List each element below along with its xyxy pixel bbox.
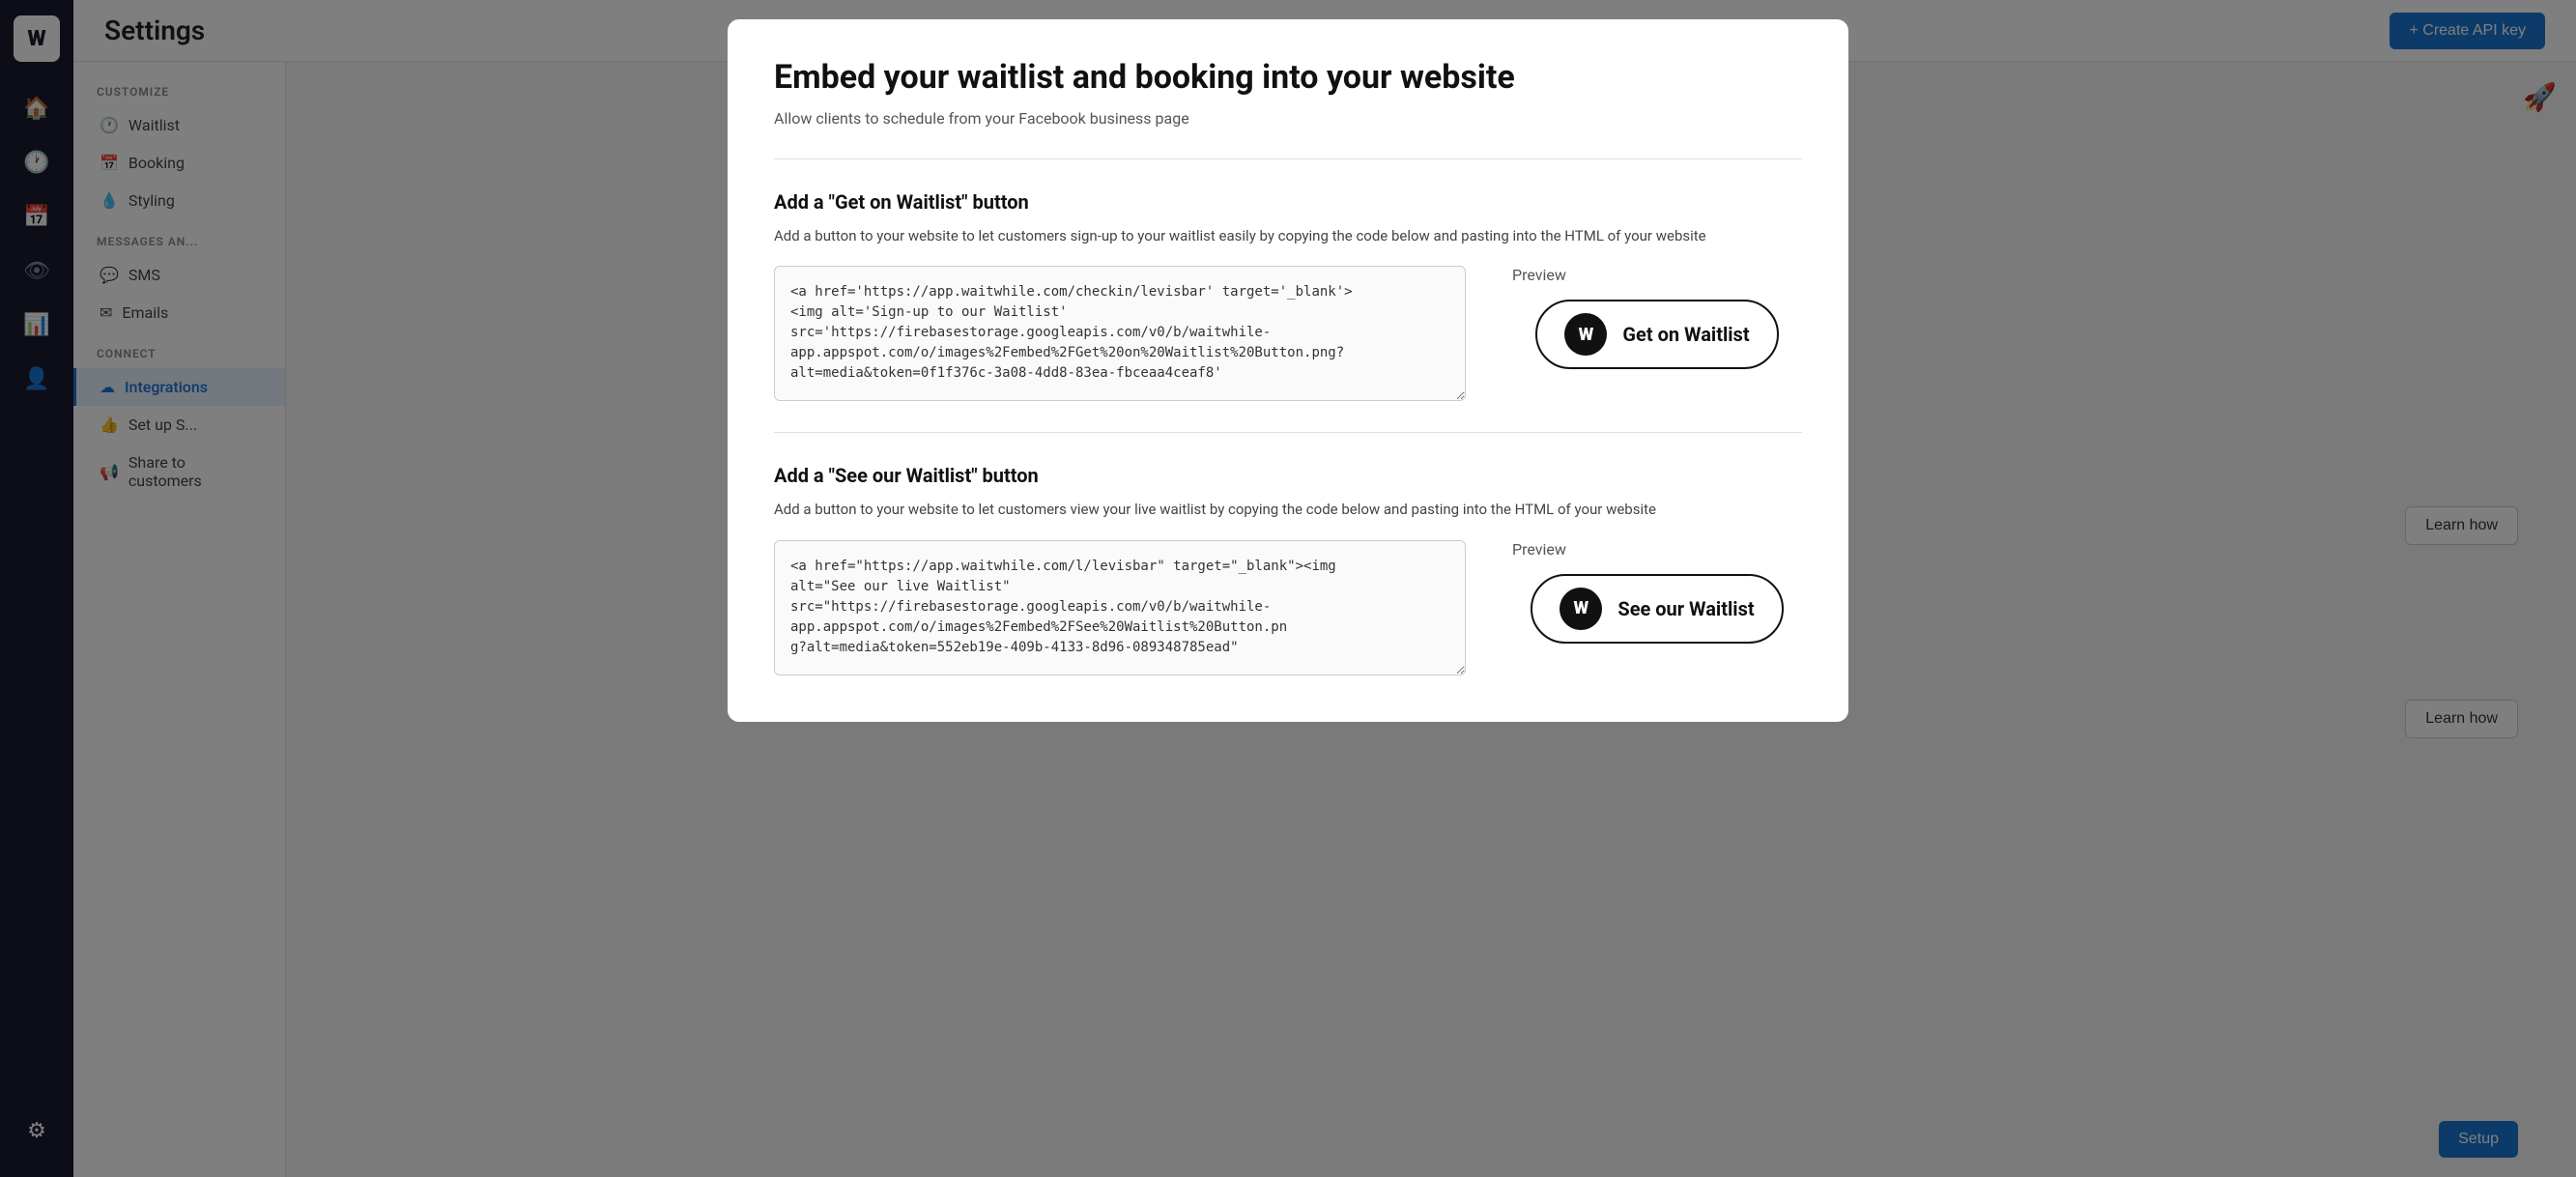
see-our-waitlist-text: See our Waitlist: [1617, 597, 1754, 620]
section2-code-textarea[interactable]: [774, 540, 1466, 675]
section2-preview-label: Preview: [1512, 540, 1566, 559]
section2-desc: Add a button to your website to let cust…: [774, 499, 1802, 521]
section1-preview-area: Preview W Get on Waitlist: [1512, 266, 1802, 369]
waitlist-logo-icon-2: W: [1560, 588, 1602, 630]
see-waitlist-section: Add a "See our Waitlist" button Add a bu…: [774, 464, 1802, 675]
modal-divider-2: [774, 432, 1802, 433]
waitlist-logo-icon: W: [1564, 313, 1607, 356]
section1-content: Preview W Get on Waitlist: [774, 266, 1802, 401]
section2-preview-area: Preview W See our Waitlist: [1512, 540, 1802, 644]
get-on-waitlist-section: Add a "Get on Waitlist" button Add a but…: [774, 190, 1802, 402]
section2-title: Add a "See our Waitlist" button: [774, 464, 1802, 487]
modal: Embed your waitlist and booking into you…: [728, 19, 1848, 722]
modal-subtitle: Allow clients to schedule from your Face…: [774, 109, 1802, 128]
modal-divider-1: [774, 158, 1802, 159]
section1-desc: Add a button to your website to let cust…: [774, 225, 1802, 247]
section1-title: Add a "Get on Waitlist" button: [774, 190, 1802, 214]
see-our-waitlist-button-preview[interactable]: W See our Waitlist: [1531, 574, 1783, 644]
get-on-waitlist-button-preview[interactable]: W Get on Waitlist: [1535, 300, 1778, 369]
modal-title: Embed your waitlist and booking into you…: [774, 58, 1802, 98]
modal-overlay[interactable]: Embed your waitlist and booking into you…: [0, 0, 2576, 1177]
get-on-waitlist-text: Get on Waitlist: [1622, 323, 1749, 346]
section1-preview-label: Preview: [1512, 266, 1566, 284]
section2-content: Preview W See our Waitlist: [774, 540, 1802, 675]
section1-code-textarea[interactable]: [774, 266, 1466, 401]
